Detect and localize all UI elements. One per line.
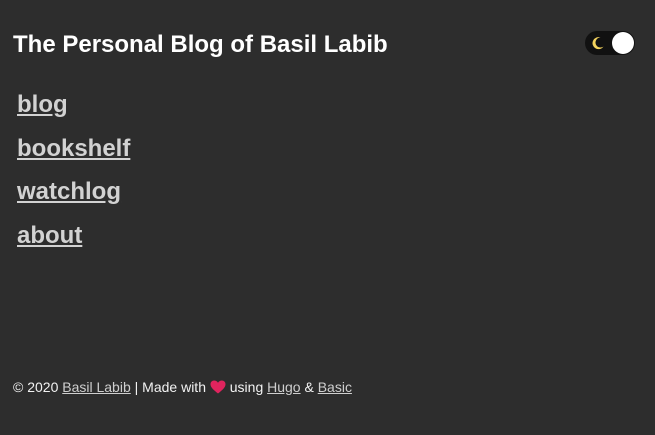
- nav-link-about[interactable]: about: [17, 222, 82, 249]
- nav-item-bookshelf: bookshelf: [17, 132, 130, 176]
- footer-author-link[interactable]: Basil Labib: [62, 379, 131, 395]
- nav-item-blog: blog: [17, 88, 130, 132]
- theme-toggle[interactable]: [585, 31, 635, 55]
- footer: © 2020 Basil Labib | Made with using Hug…: [13, 378, 352, 396]
- footer-copyright: © 2020: [13, 379, 59, 395]
- nav-item-watchlog: watchlog: [17, 175, 130, 219]
- footer-made-with: | Made with: [134, 379, 206, 395]
- footer-using: using: [229, 379, 264, 395]
- red-heart-icon: [210, 380, 226, 394]
- main-nav: blog bookshelf watchlog about: [17, 88, 130, 262]
- site-title: The Personal Blog of Basil Labib: [13, 31, 388, 58]
- nav-link-watchlog[interactable]: watchlog: [17, 178, 121, 205]
- nav-link-bookshelf[interactable]: bookshelf: [17, 135, 130, 162]
- toggle-knob: [612, 32, 634, 54]
- crescent-moon-icon: [592, 37, 604, 50]
- footer-hugo-link[interactable]: Hugo: [267, 379, 300, 395]
- footer-ampersand: &: [304, 379, 314, 395]
- nav-item-about: about: [17, 219, 130, 263]
- footer-basic-link[interactable]: Basic: [318, 379, 352, 395]
- nav-link-blog[interactable]: blog: [17, 91, 68, 118]
